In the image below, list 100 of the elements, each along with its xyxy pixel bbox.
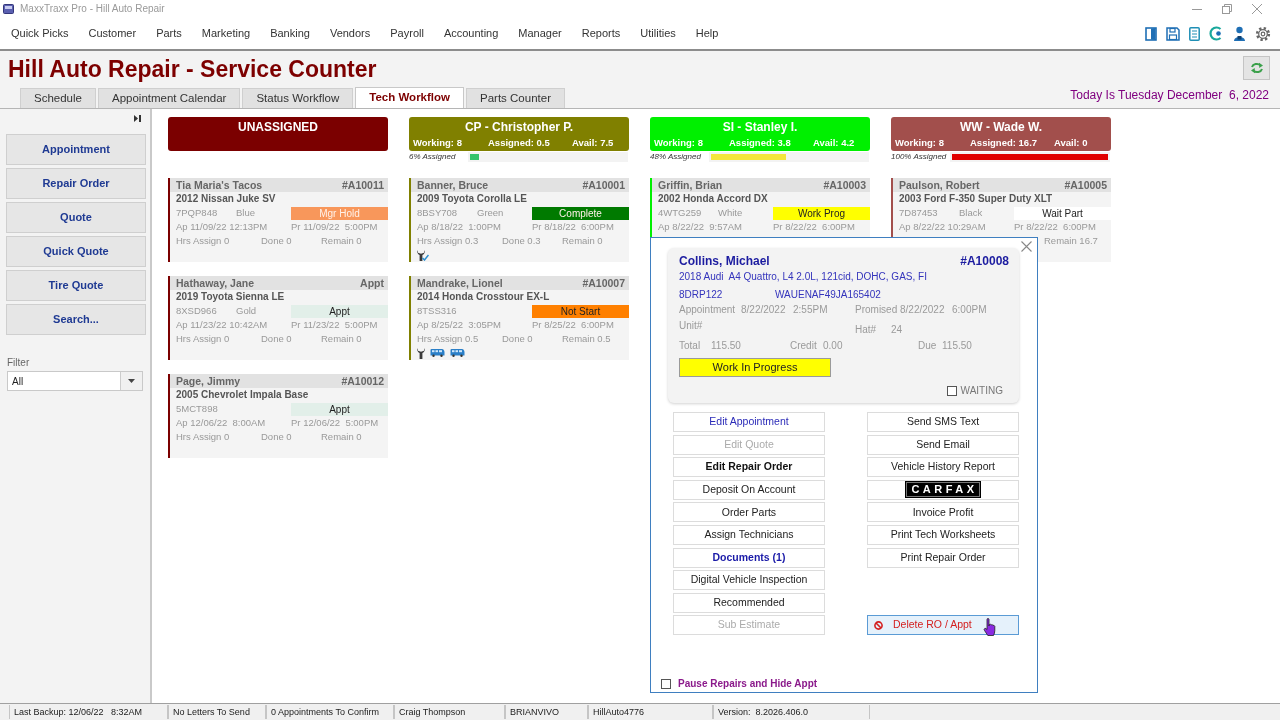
appointment-time: Ap 8/22/22 10:29AM: [899, 221, 986, 233]
person-icon[interactable]: [1233, 26, 1246, 41]
menu-item[interactable]: Customer: [88, 25, 137, 42]
filter-dropdown[interactable]: All: [7, 371, 143, 391]
sidebar-button[interactable]: Appointment: [6, 134, 146, 165]
tab[interactable]: Schedule: [20, 88, 96, 108]
action-button[interactable]: Send SMS Text: [867, 412, 1019, 432]
vehicle-color: Blue: [236, 207, 255, 219]
stat-label: Assigned: 3.8: [729, 137, 791, 149]
refresh-button[interactable]: [1243, 56, 1270, 80]
work-order-card[interactable]: Page, Jimmy #A10012 2005 Chevrolet Impala Base 5MCT898 Appt Ap 12/06/22 8:00AM Pr 12/06/22 5:00PM Hrs Assign 0 Done 0 Remain 0: [168, 374, 388, 458]
promised-label: Promised: [855, 304, 898, 316]
collapse-panel-icon[interactable]: [134, 115, 141, 122]
tab[interactable]: Parts Counter: [466, 88, 565, 108]
work-order-card[interactable]: Mandrake, Lionel #A10007 2014 Honda Crosstour EX-L 8TSS316 Not Start Ap 8/25/22 3:05PM Pr 8/25/22 6:00PM Hrs Assign 0.5 Done 0 Remain 0.5: [409, 276, 629, 360]
stat-label: Avail: 7.5: [572, 137, 614, 149]
action-button[interactable]: Print Tech Worksheets: [867, 524, 1019, 545]
license-plate: 8TSS316: [417, 305, 457, 317]
tab[interactable]: Appointment Calendar: [97, 88, 241, 108]
work-order-card[interactable]: Tia Maria's Tacos #A10011 2012 Nissan Juke SV 7PQP848 Blue Mgr Hold Ap 11/09/22 12:13PM Pr 11/09/22 5:00PM Hrs Assign 0 Done 0 Remain 0: [168, 178, 388, 262]
order-number: #A10003: [823, 178, 866, 192]
tab[interactable]: Tech Workflow: [355, 87, 464, 108]
caret-icon[interactable]: [128, 379, 135, 383]
action-button[interactable]: Digital Vehicle Inspection: [673, 570, 825, 591]
hours-remaining: Remain 0: [321, 333, 362, 345]
menu-item[interactable]: Manager: [518, 25, 562, 42]
promised-time: Pr 8/22/22 6:00PM: [1014, 221, 1096, 233]
vehicle-name: 2005 Chevrolet Impala Base: [176, 389, 309, 401]
no-entry-icon: [874, 620, 883, 630]
restore-icon[interactable]: [1222, 4, 1232, 14]
tab[interactable]: Status Workflow: [242, 88, 354, 108]
hours-remaining: Remain 16.7: [1044, 235, 1098, 247]
menu-item[interactable]: Reports: [581, 25, 621, 42]
action-button[interactable]: Assign Technicians: [673, 524, 825, 545]
settings-icon[interactable]: [1255, 25, 1271, 42]
vehicle-name: 2009 Toyota Corolla LE: [417, 193, 527, 205]
menu-item[interactable]: Utilities: [640, 25, 676, 42]
vehicle-color: White: [718, 207, 743, 219]
logo-button[interactable]: CARFAX: [867, 479, 1019, 500]
action-button[interactable]: Edit Repair Order: [673, 457, 825, 478]
menu-item[interactable]: Payroll: [390, 25, 424, 42]
promised-date: 8/22/2022: [900, 304, 945, 316]
action-button[interactable]: Recommended: [673, 592, 825, 613]
menu-item[interactable]: Marketing: [201, 25, 251, 42]
license-plate: 4WTG259: [658, 207, 702, 219]
status-bar-field: BRIANVIVO: [505, 705, 588, 719]
status-tag: Complete: [532, 206, 629, 220]
menu-item[interactable]: Parts: [156, 25, 182, 42]
column-title: UNASSIGNED: [238, 120, 318, 135]
menu-item[interactable]: Help: [695, 25, 719, 42]
action-button[interactable]: Print Repair Order: [867, 547, 1019, 568]
menu-item[interactable]: Accounting: [443, 25, 499, 42]
promised-time: Pr 8/22/22 6:00PM: [773, 221, 855, 233]
action-button[interactable]: Vehicle History Report: [867, 457, 1019, 478]
menu-item[interactable]: Quick Picks: [11, 25, 69, 42]
menu-item[interactable]: Vendors: [329, 25, 371, 42]
due-label: Due: [918, 340, 937, 352]
sidebar-button[interactable]: Quote: [6, 202, 146, 233]
status-bar-field: HillAuto4776: [588, 705, 713, 719]
stat-label: Avail: 4.2: [813, 137, 855, 149]
customer-name: Banner, Bruce: [417, 178, 489, 192]
action-button[interactable]: Deposit On Account: [673, 479, 825, 500]
work-order-card[interactable]: Hathaway, Jane Appt 2019 Toyota Sienna LE 8XSD966 Gold Appt Ap 11/23/22 10:42AM Pr 11/23/22 5:00PM Hrs Assign 0 Done 0 Remain 0: [168, 276, 388, 360]
status-button[interactable]: Work In Progress: [679, 358, 831, 377]
menu-item[interactable]: Banking: [270, 25, 310, 42]
close-icon[interactable]: [1252, 4, 1262, 14]
save-icon[interactable]: [1166, 26, 1180, 41]
bus-icon: [450, 349, 465, 357]
waiting-label: WAITING: [960, 385, 1003, 397]
status-tag: Not Start: [532, 304, 629, 318]
action-button[interactable]: Edit Appointment: [673, 412, 825, 432]
hours-done: Done 0: [261, 333, 292, 345]
delete-button[interactable]: Delete RO / Appt: [867, 615, 1019, 636]
hours-remaining: Remain 0: [562, 235, 603, 247]
pause-checkbox[interactable]: [661, 679, 671, 689]
unit-label: Unit#: [679, 320, 703, 332]
sidebar-button[interactable]: Search...: [6, 304, 146, 335]
total-label: Total: [679, 340, 701, 352]
action-button[interactable]: Order Parts: [673, 502, 825, 523]
refresh-icon: [1249, 62, 1264, 74]
waiting-checkbox[interactable]: [946, 386, 957, 396]
hours-done: Done 0: [261, 235, 292, 247]
appointment-label: Appointment: [679, 304, 736, 316]
close-icon[interactable]: [1021, 241, 1032, 252]
hours-assigned: Hrs Assign 0: [176, 235, 230, 247]
vehicle-description: 2018 Audi A4 Quattro, L4 2.0L, 121cid, DOHC, GAS, FI: [679, 271, 927, 283]
action-button[interactable]: Invoice Profit: [867, 502, 1019, 523]
customer-name: Hathaway, Jane: [176, 276, 254, 290]
action-button[interactable]: Documents (1): [673, 547, 825, 568]
sidebar-button[interactable]: Repair Order: [6, 168, 146, 199]
action-button[interactable]: Send Email: [867, 434, 1019, 455]
appointment-time: Ap 8/18/22 1:00PM: [417, 221, 501, 233]
sidebar-button[interactable]: Tire Quote: [6, 270, 146, 301]
customer-name: Page, Jimmy: [176, 374, 241, 388]
vehicle-name: 2002 Honda Accord DX: [658, 193, 768, 205]
work-order-card[interactable]: Banner, Bruce #A10001 2009 Toyota Corolla LE 8BSY708 Green Complete Ap 8/18/22 1:00PM Pr 8/18/22 6:00PM Hrs Assign 0.3 Done 0.3 Remain 0: [409, 178, 629, 262]
circle-logo-icon[interactable]: [1209, 26, 1224, 41]
sidebar-button[interactable]: Quick Quote: [6, 236, 146, 267]
door-icon[interactable]: [1145, 26, 1157, 41]
document-icon[interactable]: [1189, 26, 1200, 41]
